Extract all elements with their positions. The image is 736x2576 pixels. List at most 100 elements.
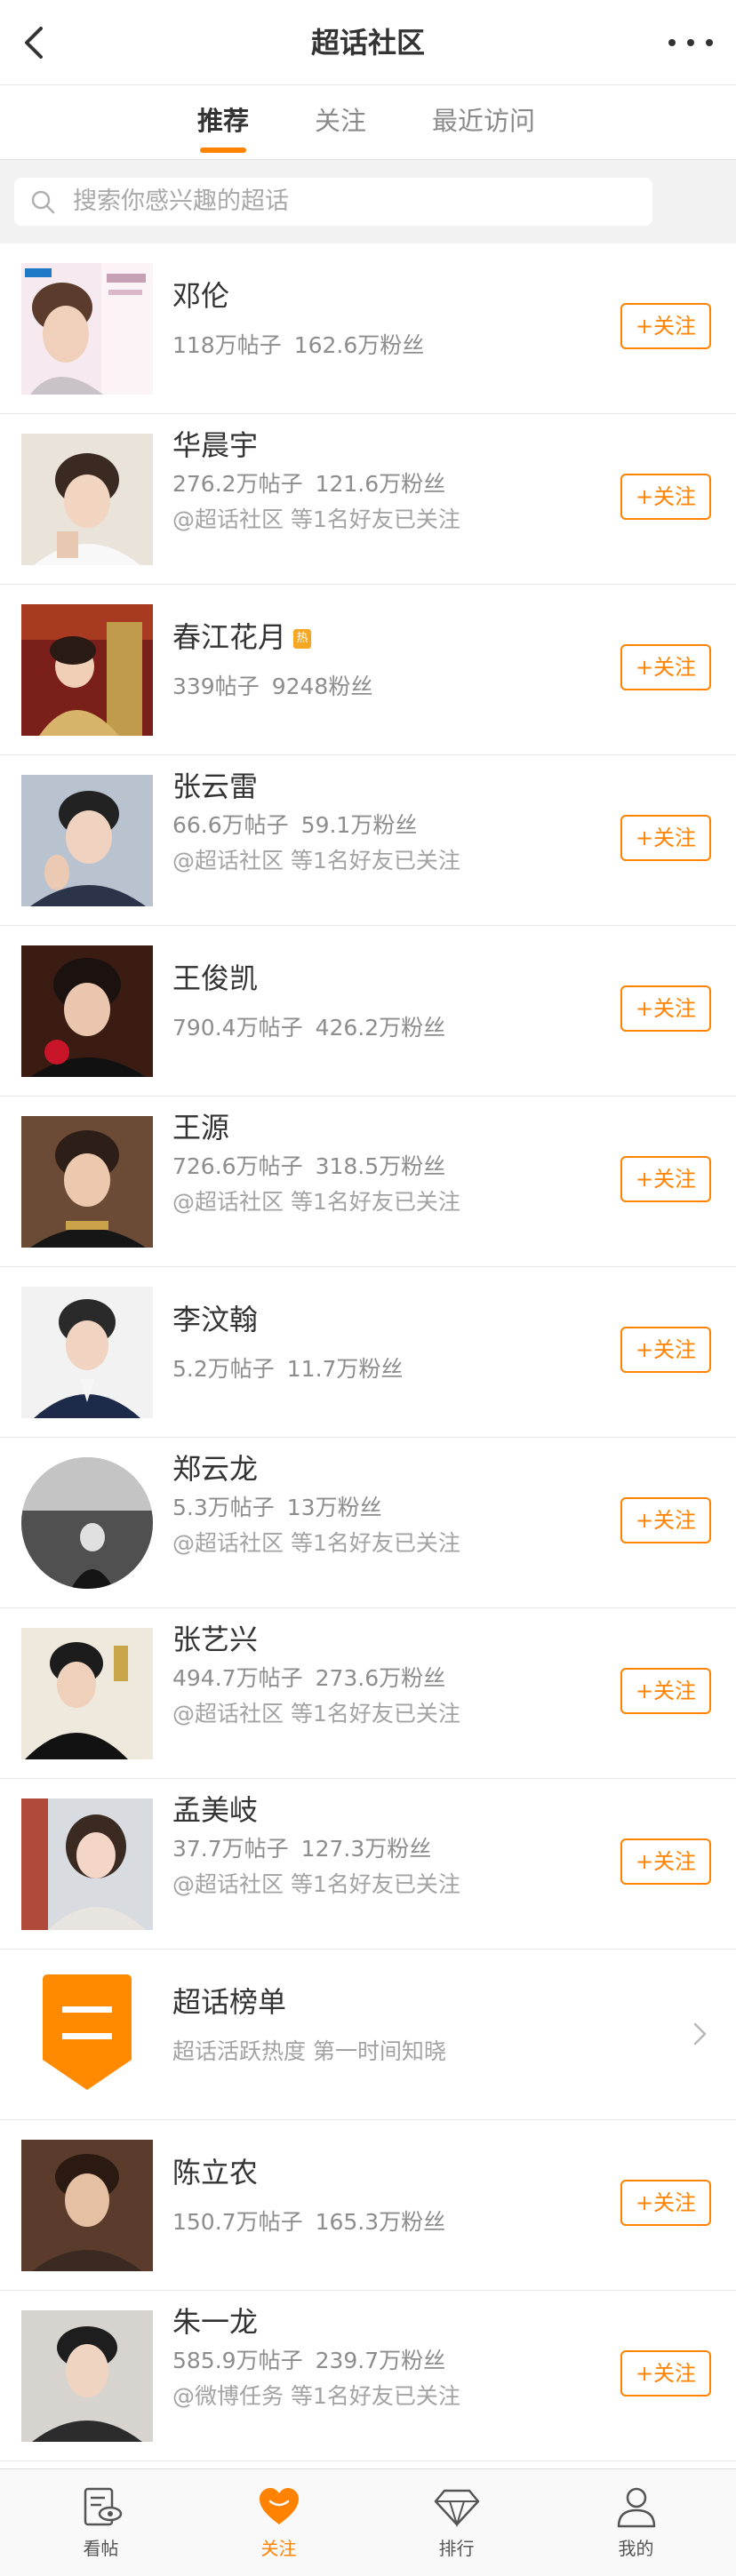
follow-button[interactable]: +关注 (620, 1838, 711, 1885)
page-title: 超话社区 (310, 26, 425, 60)
topic-name: 华晨宇 (172, 428, 259, 462)
list-item[interactable]: 朱一龙 585.9万帖子 239.7万粉丝 @微博任务 等1名好友已关注 +关注 (0, 2291, 736, 2461)
friends-followed: @超话社区 等1名好友已关注 (172, 1189, 460, 1215)
diamond-icon (434, 2489, 479, 2528)
topic-name: 张云雷 (172, 770, 259, 803)
topic-name: 王源 (172, 1111, 230, 1144)
fan-count: 165.3万粉丝 (315, 2209, 446, 2235)
heart-icon (259, 2488, 299, 2524)
topic-stats: 585.9万帖子 239.7万粉丝 (172, 2346, 445, 2376)
search-placeholder: 搜索你感兴趣的超话 (73, 187, 289, 215)
post-count: 276.2万帖子 (172, 471, 303, 497)
topic-stats: 66.6万帖子 59.1万粉丝 (172, 810, 417, 841)
avatar (21, 434, 153, 565)
avatar (21, 2140, 153, 2271)
tab-follow[interactable]: 关注 (315, 103, 366, 139)
avatar (21, 1116, 153, 1248)
topic-name: 王俊凯 (172, 961, 259, 995)
search-input[interactable]: 搜索你感兴趣的超话 (14, 178, 652, 226)
topic-name: 郑云龙 (172, 1452, 259, 1486)
view-posts-icon (84, 2487, 122, 2526)
hot-badge: 热 (293, 629, 312, 649)
list-item[interactable]: 张艺兴 494.7万帖子 273.6万粉丝 @超话社区 等1名好友已关注 +关注 (0, 1608, 736, 1779)
topic-name: 李汶翰 (172, 1303, 259, 1336)
topic-stats: 276.2万帖子 121.6万粉丝 (172, 469, 445, 499)
follow-button[interactable]: +关注 (620, 2350, 711, 2397)
fan-count: 11.7万粉丝 (286, 1356, 404, 1382)
follow-button[interactable]: +关注 (620, 1327, 711, 1373)
friends-followed: @超话社区 等1名好友已关注 (172, 1871, 460, 1897)
follow-button[interactable]: +关注 (620, 1497, 711, 1543)
topic-stats: 37.7万帖子 127.3万粉丝 (172, 1834, 431, 1864)
friends-followed: @超话社区 等1名好友已关注 (172, 848, 460, 873)
tab-label: 最近访问 (432, 106, 536, 136)
topic-stats: 726.6万帖子 318.5万粉丝 (172, 1152, 445, 1182)
fan-count: 9248粉丝 (271, 674, 373, 699)
topic-name: 朱一龙 (172, 2305, 259, 2339)
list-item[interactable]: 李汶翰 5.2万帖子 11.7万粉丝 +关注 (0, 1267, 736, 1438)
avatar (21, 1287, 153, 1418)
topic-stats: 5.3万帖子 13万粉丝 (172, 1493, 382, 1523)
fan-count: 426.2万粉丝 (315, 1015, 446, 1041)
follow-button[interactable]: +关注 (620, 1156, 711, 1202)
tabbar-label: 关注 (260, 2538, 297, 2559)
post-count: 37.7万帖子 (172, 1836, 289, 1862)
avatar (21, 263, 153, 395)
list-item[interactable]: 孟美岐 37.7万帖子 127.3万粉丝 @超话社区 等1名好友已关注 +关注 (0, 1779, 736, 1950)
follow-button[interactable]: +关注 (620, 985, 711, 1032)
follow-button[interactable]: +关注 (620, 474, 711, 520)
follow-button[interactable]: +关注 (620, 1668, 711, 1714)
tab-recommend[interactable]: 推荐 (197, 103, 249, 153)
topic-name: 张艺兴 (172, 1623, 259, 1656)
tab-label: 关注 (315, 106, 367, 136)
follow-button[interactable]: +关注 (620, 303, 711, 349)
fan-count: 162.6万粉丝 (293, 332, 425, 358)
follow-button[interactable]: +关注 (620, 815, 711, 861)
topic-stats: 494.7万帖子 273.6万粉丝 (172, 1663, 445, 1694)
tabbar-follow[interactable]: 关注 (187, 2469, 371, 2576)
topic-stats: 5.2万帖子 11.7万粉丝 (172, 1354, 403, 1384)
fan-count: 273.6万粉丝 (315, 1665, 446, 1691)
follow-button[interactable]: +关注 (620, 2180, 711, 2226)
search-area: 搜索你感兴趣的超话 (0, 160, 736, 243)
avatar (21, 1457, 153, 1589)
topic-list: 邓伦 118万帖子 162.6万粉丝 +关注 华晨宇 276.2万帖子 121.6万… (0, 243, 736, 2461)
post-count: 5.3万帖子 (172, 1495, 275, 1520)
post-count: 339帖子 (172, 674, 260, 699)
post-count: 5.2万帖子 (172, 1356, 275, 1382)
fan-count: 318.5万粉丝 (315, 1153, 446, 1179)
tabbar-me[interactable]: 我的 (544, 2469, 728, 2576)
topic-name: 邓伦 (172, 279, 230, 313)
list-item[interactable]: 陈立农 150.7万帖子 165.3万粉丝 +关注 (0, 2120, 736, 2291)
more-dots-icon[interactable] (668, 27, 713, 59)
post-count: 150.7万帖子 (172, 2209, 303, 2235)
tabbar-label: 我的 (618, 2538, 654, 2559)
search-icon (31, 190, 55, 214)
follow-button[interactable]: +关注 (620, 644, 711, 690)
list-item[interactable]: 华晨宇 276.2万帖子 121.6万粉丝 @超话社区 等1名好友已关注 +关注 (0, 414, 736, 585)
post-count: 118万帖子 (172, 332, 282, 358)
ranking-subtitle: 超话活跃热度 第一时间知晓 (172, 2038, 446, 2064)
tab-recent[interactable]: 最近访问 (432, 103, 535, 139)
avatar (21, 2310, 153, 2442)
list-item[interactable]: 王源 726.6万帖子 318.5万粉丝 @超话社区 等1名好友已关注 +关注 (0, 1097, 736, 1267)
ranking-badge-icon (43, 1974, 132, 2090)
topic-stats: 790.4万帖子 426.2万粉丝 (172, 1013, 445, 1043)
list-item[interactable]: 王俊凯 790.4万帖子 426.2万粉丝 +关注 (0, 926, 736, 1097)
avatar (21, 1798, 153, 1930)
fan-count: 121.6万粉丝 (315, 471, 446, 497)
ranking-entry[interactable]: 超话榜单 超话活跃热度 第一时间知晓 (0, 1950, 736, 2120)
list-item[interactable]: 春江花月热 339帖子 9248粉丝 +关注 (0, 585, 736, 755)
post-count: 726.6万帖子 (172, 1153, 303, 1179)
ranking-title: 超话榜单 (172, 1985, 287, 2019)
topic-name-text: 春江花月 (172, 620, 287, 654)
avatar (21, 945, 153, 1077)
list-item[interactable]: 张云雷 66.6万帖子 59.1万粉丝 @超话社区 等1名好友已关注 +关注 (0, 755, 736, 926)
fan-count: 59.1万粉丝 (300, 812, 418, 838)
tabbar-view-posts[interactable]: 看帖 (9, 2469, 193, 2576)
list-item[interactable]: 郑云龙 5.3万帖子 13万粉丝 @超话社区 等1名好友已关注 +关注 (0, 1438, 736, 1608)
list-item[interactable]: 邓伦 118万帖子 162.6万粉丝 +关注 (0, 243, 736, 414)
chevron-right-icon (693, 2022, 707, 2046)
topic-name: 春江花月热 (172, 618, 312, 656)
tabbar-ranking[interactable]: 排行 (364, 2469, 548, 2576)
